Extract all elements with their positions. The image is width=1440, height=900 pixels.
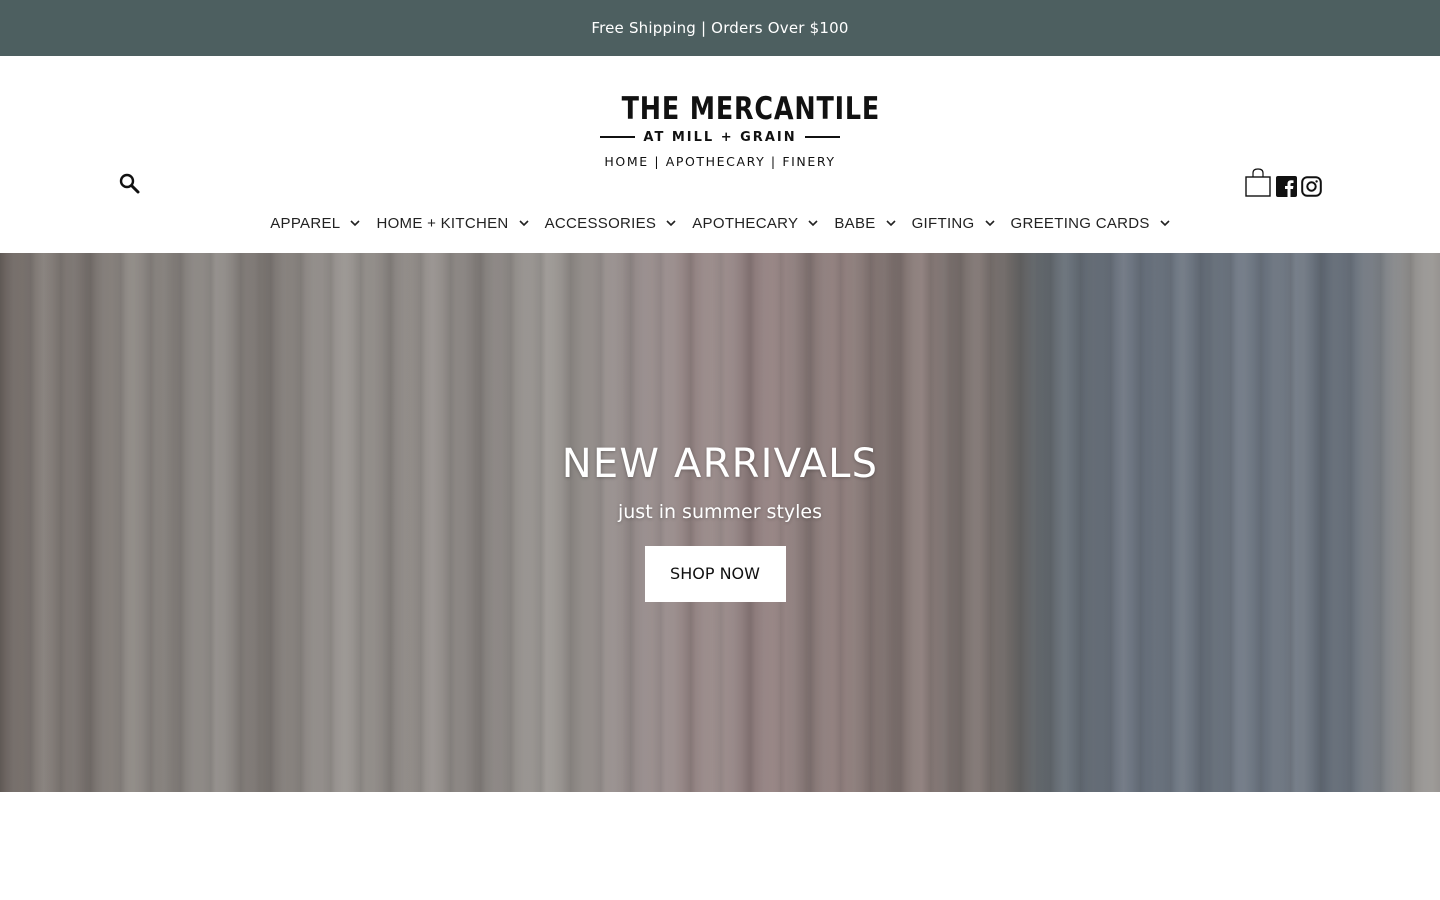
- nav-item-gifting[interactable]: GIFTING: [912, 215, 995, 232]
- chevron-down-icon: [519, 219, 529, 226]
- logo-subtitle: AT MILL + GRAIN: [643, 129, 797, 145]
- hero-subtitle: just in summer styles: [617, 501, 823, 523]
- header-utility-icons: [1244, 168, 1322, 198]
- nav-item-label: GREETING CARDS: [1010, 214, 1150, 232]
- site-logo[interactable]: THE MERCANTILE AT MILL + GRAIN HOME | AP…: [600, 91, 881, 169]
- hero-banner: NEW ARRIVALS just in summer styles SHOP …: [0, 253, 1440, 792]
- chevron-down-icon: [350, 219, 361, 226]
- hero-title: NEW ARRIVALS: [561, 441, 879, 487]
- logo-rule-left: [600, 136, 636, 138]
- logo-tagline: HOME | APOTHECARY | FINERY: [604, 154, 836, 169]
- instagram-link[interactable]: [1301, 176, 1322, 197]
- logo-title: THE MERCANTILE: [621, 91, 881, 127]
- nav-item-babe[interactable]: BABE: [834, 214, 896, 232]
- nav-item-label: GIFTING: [911, 214, 975, 232]
- hero-content: NEW ARRIVALS just in summer styles SHOP …: [0, 439, 1440, 602]
- chevron-down-icon: [1160, 219, 1170, 226]
- nav-item-label: APOTHECARY: [692, 214, 799, 232]
- site-header: THE MERCANTILE AT MILL + GRAIN HOME | AP…: [0, 56, 1440, 253]
- search-icon: [119, 173, 140, 194]
- search-button[interactable]: [118, 172, 142, 196]
- nav-item-greeting-cards[interactable]: GREETING CARDS: [1011, 215, 1170, 232]
- chevron-down-icon: [984, 219, 995, 226]
- nav-item-label: BABE: [834, 214, 876, 232]
- announcement-text: Free Shipping | Orders Over $100: [591, 19, 849, 37]
- instagram-icon: [1301, 176, 1322, 197]
- nav-item-apparel[interactable]: APPAREL: [270, 214, 361, 232]
- nav-item-accessories[interactable]: ACCESSORIES: [545, 215, 677, 232]
- facebook-link[interactable]: [1276, 176, 1297, 197]
- announcement-bar: Free Shipping | Orders Over $100: [0, 0, 1440, 56]
- nav-item-home-kitchen[interactable]: HOME + KITCHEN: [376, 214, 529, 232]
- nav-item-apothecary[interactable]: APOTHECARY: [692, 215, 818, 232]
- cart-button[interactable]: [1244, 168, 1272, 198]
- chevron-down-icon: [666, 219, 676, 226]
- chevron-down-icon: [886, 219, 896, 226]
- chevron-down-icon: [808, 219, 818, 226]
- logo-rule-right: [804, 136, 841, 138]
- main-navigation: APPAREL HOME + KITCHEN ACCESSORIES APOTH…: [0, 210, 1440, 236]
- nav-item-label: HOME + KITCHEN: [376, 214, 509, 232]
- logo-subtitle-row: AT MILL + GRAIN: [600, 129, 841, 145]
- facebook-icon: [1276, 176, 1297, 197]
- nav-item-label: ACCESSORIES: [544, 214, 657, 232]
- shop-now-button[interactable]: SHOP NOW: [644, 546, 786, 602]
- nav-item-label: APPAREL: [270, 214, 341, 232]
- shopping-bag-icon: [1245, 168, 1271, 197]
